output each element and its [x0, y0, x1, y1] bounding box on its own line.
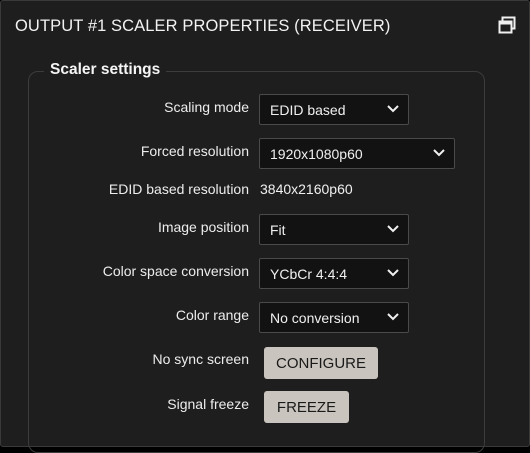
chevron-down-icon: [387, 313, 399, 321]
color-space-conversion-value: YCbCr 4:4:4: [270, 266, 348, 282]
freeze-button[interactable]: FREEZE: [264, 391, 349, 423]
image-position-select[interactable]: Fit: [259, 214, 409, 245]
forced-resolution-label: Forced resolution: [140, 143, 249, 159]
no-sync-screen-label: No sync screen: [152, 351, 249, 367]
scaling-mode-select[interactable]: EDID based: [259, 94, 409, 125]
chevron-down-icon: [387, 225, 399, 233]
forced-resolution-select[interactable]: 1920x1080p60: [259, 138, 455, 169]
color-range-select[interactable]: No conversion: [259, 302, 409, 333]
edid-based-resolution-label: EDID based resolution: [108, 181, 249, 197]
color-space-conversion-label: Color space conversion: [102, 263, 249, 279]
configure-button[interactable]: CONFIGURE: [264, 347, 378, 379]
scaling-mode-label: Scaling mode: [164, 99, 249, 115]
color-range-label: Color range: [175, 307, 249, 323]
color-space-conversion-select[interactable]: YCbCr 4:4:4: [259, 258, 409, 289]
color-range-value: No conversion: [270, 310, 360, 326]
signal-freeze-label: Signal freeze: [167, 396, 249, 412]
image-position-value: Fit: [270, 222, 286, 238]
scaler-settings-group: [28, 71, 485, 453]
image-position-label: Image position: [157, 219, 249, 235]
edid-based-resolution-value: 3840x2160p60: [260, 181, 353, 197]
chevron-down-icon: [387, 105, 399, 113]
scaler-settings-legend: Scaler settings: [44, 61, 167, 79]
forced-resolution-value: 1920x1080p60: [270, 146, 363, 162]
scaling-mode-value: EDID based: [270, 102, 346, 118]
panel-title: OUTPUT #1 SCALER PROPERTIES (RECEIVER): [15, 17, 391, 35]
window-restore-icon[interactable]: [498, 16, 516, 34]
chevron-down-icon: [433, 149, 445, 157]
chevron-down-icon: [387, 269, 399, 277]
